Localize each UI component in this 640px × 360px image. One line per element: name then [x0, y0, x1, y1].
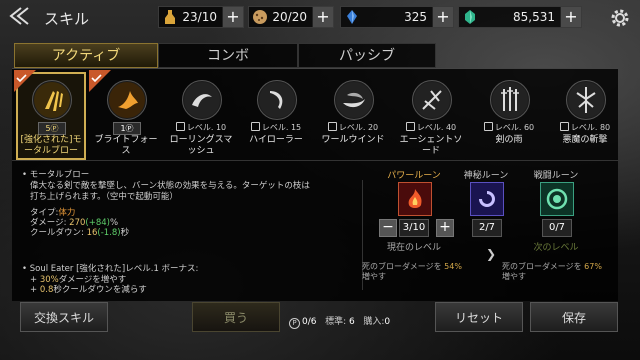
top-bar: スキル 23/10 + 20/20 + 325 + 85,531 + — [0, 0, 640, 34]
secret-rune-count: 2/7 — [472, 219, 502, 237]
blue-crystal-icon — [347, 10, 357, 24]
lock-icon — [405, 122, 415, 131]
lock-icon — [250, 122, 260, 131]
add-crystal-button[interactable]: + — [432, 7, 453, 27]
sword-burst-icon — [32, 80, 72, 120]
exchange-skill-button[interactable]: 交換スキル — [20, 302, 108, 332]
tab-passive[interactable]: パッシブ — [298, 43, 436, 68]
back-arrow-icon[interactable] — [8, 5, 34, 27]
chevron-right-icon: ❯ — [486, 247, 497, 261]
add-cookie-button[interactable]: + — [312, 7, 333, 27]
power-rune-title: パワールーン — [387, 171, 441, 181]
resource-cookie: 20/20 + — [248, 6, 334, 28]
power-rune-count: 3/10 — [399, 219, 429, 237]
level-requirement: レベル. 15 — [241, 122, 311, 133]
secret-rune-icon[interactable] — [470, 182, 504, 216]
battle-rune-title: 戦闘ルーン — [533, 171, 579, 181]
skill-sword-rain[interactable]: レベル. 60 剣の雨 — [474, 72, 544, 160]
skill-name: ワールウインド — [321, 135, 385, 145]
save-button[interactable]: 保存 — [530, 302, 618, 332]
skill-cost: 1Ⓟ — [113, 122, 141, 135]
power-rune-minus-button[interactable]: − — [379, 219, 397, 237]
current-level-bonus: 死のブローダメージを 54% 増やす — [362, 262, 462, 281]
skill-name: ローリングスマッシュ — [169, 135, 233, 156]
new-ribbon-icon — [89, 70, 111, 92]
whirlwind-icon — [334, 80, 374, 120]
power-rune-plus-button[interactable]: + — [436, 219, 454, 237]
ancient-sword-icon — [412, 80, 452, 120]
flame-slash-icon — [107, 80, 147, 120]
skill-cooldown: クールダウン: 16(-1.8)秒 — [30, 228, 130, 238]
resource-gem: 85,531 + — [458, 6, 582, 28]
skill-name: ブライトフォース — [94, 135, 158, 156]
level-requirement: レベル. 60 — [474, 122, 544, 133]
skill-high-roller[interactable]: レベル. 15 ハイローラー — [241, 72, 311, 160]
lock-icon — [483, 122, 493, 131]
tab-combo[interactable]: コンボ — [158, 43, 298, 68]
lock-icon — [559, 122, 569, 131]
skill-bright-force[interactable]: 1Ⓟ ブライトフォース — [89, 70, 161, 160]
point-coin-icon: P — [289, 318, 300, 329]
reset-button[interactable]: リセット — [435, 302, 523, 332]
level-requirement: レベル. 40 — [396, 122, 466, 133]
add-potion-button[interactable]: + — [222, 7, 243, 27]
gear-icon[interactable] — [609, 7, 631, 29]
green-gem-icon — [465, 10, 475, 24]
skill-name: 悪魔の斬撃 — [562, 135, 608, 145]
skill-description-line1: 偉大なる剣で敵を撃墜し、バーン状態の効果を与える。ターゲットの枝は — [30, 181, 310, 191]
buy-button[interactable]: 買う — [192, 302, 280, 332]
screen-title: スキル — [44, 10, 90, 28]
potion-icon — [165, 10, 175, 24]
skill-name: エーシェントソード — [399, 135, 463, 156]
current-level-label: 現在のレベル — [386, 243, 441, 253]
skill-detail-name: • モータルブロー — [22, 170, 90, 180]
bonus-title: • Soul Eater [強化された]レベル.1 ボーナス: — [22, 264, 199, 274]
skill-whirlwind[interactable]: レベル. 20 ワールウインド — [318, 72, 388, 160]
level-requirement: レベル. 20 — [318, 122, 388, 133]
resource-potion: 23/10 + — [158, 6, 244, 28]
skill-demon-slash[interactable]: レベル. 80 悪魔の斬撃 — [550, 72, 620, 160]
skill-mortal-blow[interactable]: 5Ⓟ [強化された]モータルブロー — [14, 70, 86, 160]
lock-icon — [175, 122, 185, 131]
bonus-cooldown: + 0.8秒クールダウンを減らす — [30, 285, 147, 295]
battle-rune-icon[interactable] — [540, 182, 574, 216]
level-requirement: レベル. 10 — [166, 122, 236, 133]
add-gem-button[interactable]: + — [560, 7, 581, 27]
skill-name: ハイローラー — [249, 135, 303, 145]
skill-points-line: P 0/6 標準: 6 購入:0 — [289, 314, 390, 329]
rolling-smash-icon — [182, 80, 222, 120]
power-rune-icon[interactable] — [398, 182, 432, 216]
skill-rolling-smash[interactable]: レベル. 10 ローリングスマッシュ — [166, 72, 236, 160]
cookie-icon — [253, 10, 267, 24]
high-roller-icon — [257, 80, 297, 120]
resource-crystal: 325 + — [340, 6, 454, 28]
next-level-bonus: 死のブローダメージを 67% 増やす — [502, 262, 602, 281]
battle-rune-count: 0/7 — [542, 219, 572, 237]
next-level-label: 次のレベル — [533, 243, 579, 253]
lock-icon — [327, 122, 337, 131]
skill-name: 剣の雨 — [495, 135, 523, 145]
tab-active[interactable]: アクティブ — [14, 43, 158, 68]
demon-slash-icon — [566, 80, 606, 120]
skill-ancient-sword[interactable]: レベル. 40 エーシェントソード — [396, 72, 466, 160]
sword-rain-icon — [490, 80, 530, 120]
new-ribbon-icon — [14, 70, 36, 92]
skill-name: [強化された]モータルブロー — [20, 135, 82, 156]
level-requirement: レベル. 80 — [550, 122, 620, 133]
skill-cost: 5Ⓟ — [38, 122, 66, 135]
skill-description-line2: 打ち上げられます。（空中で起動可能） — [30, 192, 178, 202]
secret-rune-title: 神秘ルーン — [463, 171, 509, 181]
